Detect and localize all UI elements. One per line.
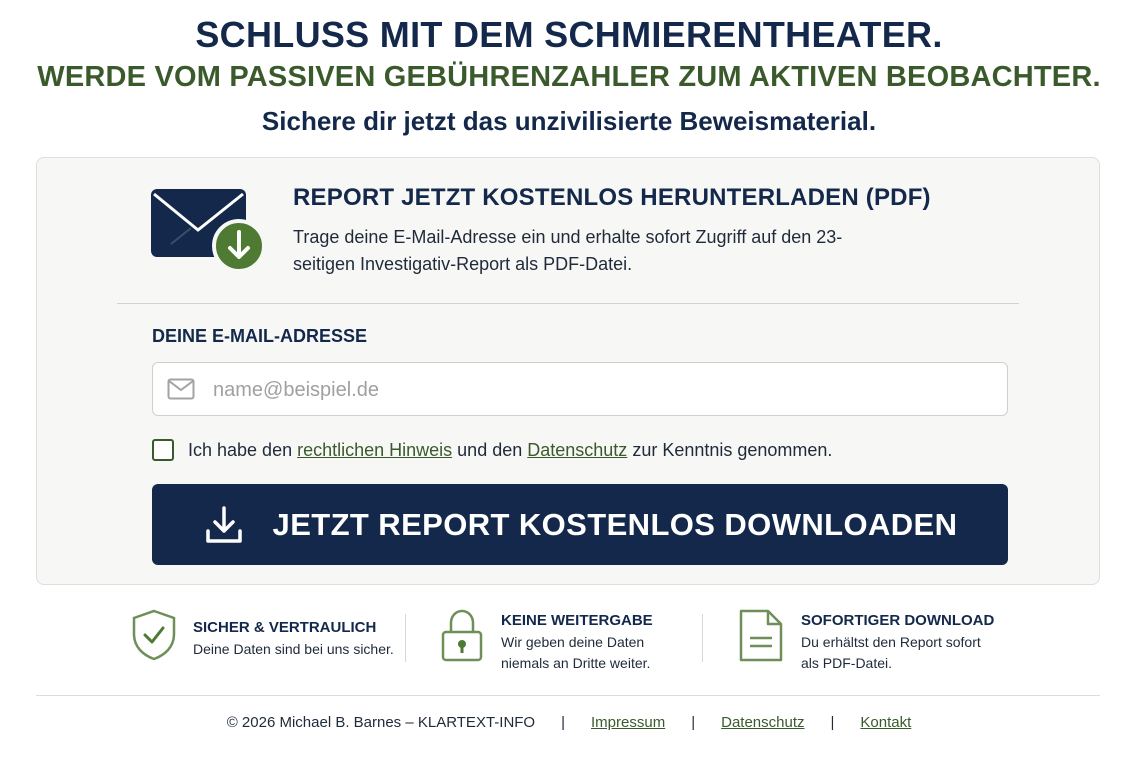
impressum-link[interactable]: Impressum <box>591 714 665 731</box>
card-divider <box>117 303 1019 304</box>
consent-text-prefix: Ich habe den <box>188 439 298 460</box>
page-tagline: Sichere dir jetzt das unzivilisierte Bew… <box>261 106 877 136</box>
email-field-wrapper <box>152 362 1008 417</box>
feature-description-line1: Du erhältst den Report sofort <box>801 634 981 650</box>
download-icon <box>205 505 242 543</box>
consent-checkbox[interactable] <box>152 439 174 461</box>
consent-text-middle: und den <box>452 439 528 460</box>
envelope-download-icon <box>151 189 266 273</box>
feature-separator <box>702 614 703 662</box>
lock-icon <box>441 609 483 662</box>
footer-divider <box>36 695 1100 696</box>
shield-check-icon <box>132 609 176 661</box>
page-headline: SCHLUSS MIT DEM SCHMIERENTHEATER. <box>195 14 943 55</box>
email-field[interactable] <box>211 363 995 417</box>
consent-row: Ich habe den rechtlichen Hinweis und den… <box>152 436 832 464</box>
feature-title: SICHER & VERTRAULICH <box>193 619 377 636</box>
email-label: DEINE E-MAIL-ADRESSE <box>152 326 368 346</box>
feature-separator <box>405 614 406 662</box>
feature-title: KEINE WEITERGABE <box>501 612 653 629</box>
footer: © 2026 Michael B. Barnes – KLARTEXT-INFO… <box>0 714 1138 731</box>
download-report-button[interactable]: JETZT REPORT KOSTENLOS DOWNLOADEN <box>152 484 1008 565</box>
footer-separator: | <box>830 714 835 731</box>
download-card: REPORT JETZT KOSTENLOS HERUNTERLADEN (PD… <box>36 157 1100 585</box>
legal-notice-link[interactable]: rechtlichen Hinweis <box>297 440 452 461</box>
document-icon <box>739 609 783 662</box>
mail-icon <box>167 378 195 400</box>
feature-description-line2: niemals an Dritte weiter. <box>501 655 651 671</box>
consent-text-suffix: zur Kenntnis genommen. <box>627 439 833 460</box>
kontakt-link[interactable]: Kontakt <box>860 714 911 731</box>
card-title: REPORT JETZT KOSTENLOS HERUNTERLADEN (PD… <box>293 184 931 211</box>
copyright-text: © 2026 Michael B. Barnes – KLARTEXT-INFO <box>226 714 536 731</box>
feature-title: SOFORTIGER DOWNLOAD <box>801 612 995 629</box>
feature-description: Deine Daten sind bei uns sicher. <box>193 641 394 657</box>
card-description: Trage deine E-Mail-Adresse ein und erhal… <box>293 227 843 274</box>
privacy-link[interactable]: Datenschutz <box>527 440 627 461</box>
footer-separator: | <box>561 714 566 731</box>
feature-description-line1: Wir geben deine Daten <box>501 634 645 650</box>
footer-separator: | <box>691 714 696 731</box>
page-subheadline: WERDE VOM PASSIVEN GEBÜHRENZAHLER ZUM AK… <box>37 61 1101 93</box>
feature-description-line2: als PDF-Datei. <box>801 655 893 671</box>
feature-strip: SICHER & VERTRAULICH Deine Daten sind be… <box>0 604 1138 684</box>
download-button-label: JETZT REPORT KOSTENLOS DOWNLOADEN <box>272 506 958 542</box>
datenschutz-link[interactable]: Datenschutz <box>721 714 804 731</box>
